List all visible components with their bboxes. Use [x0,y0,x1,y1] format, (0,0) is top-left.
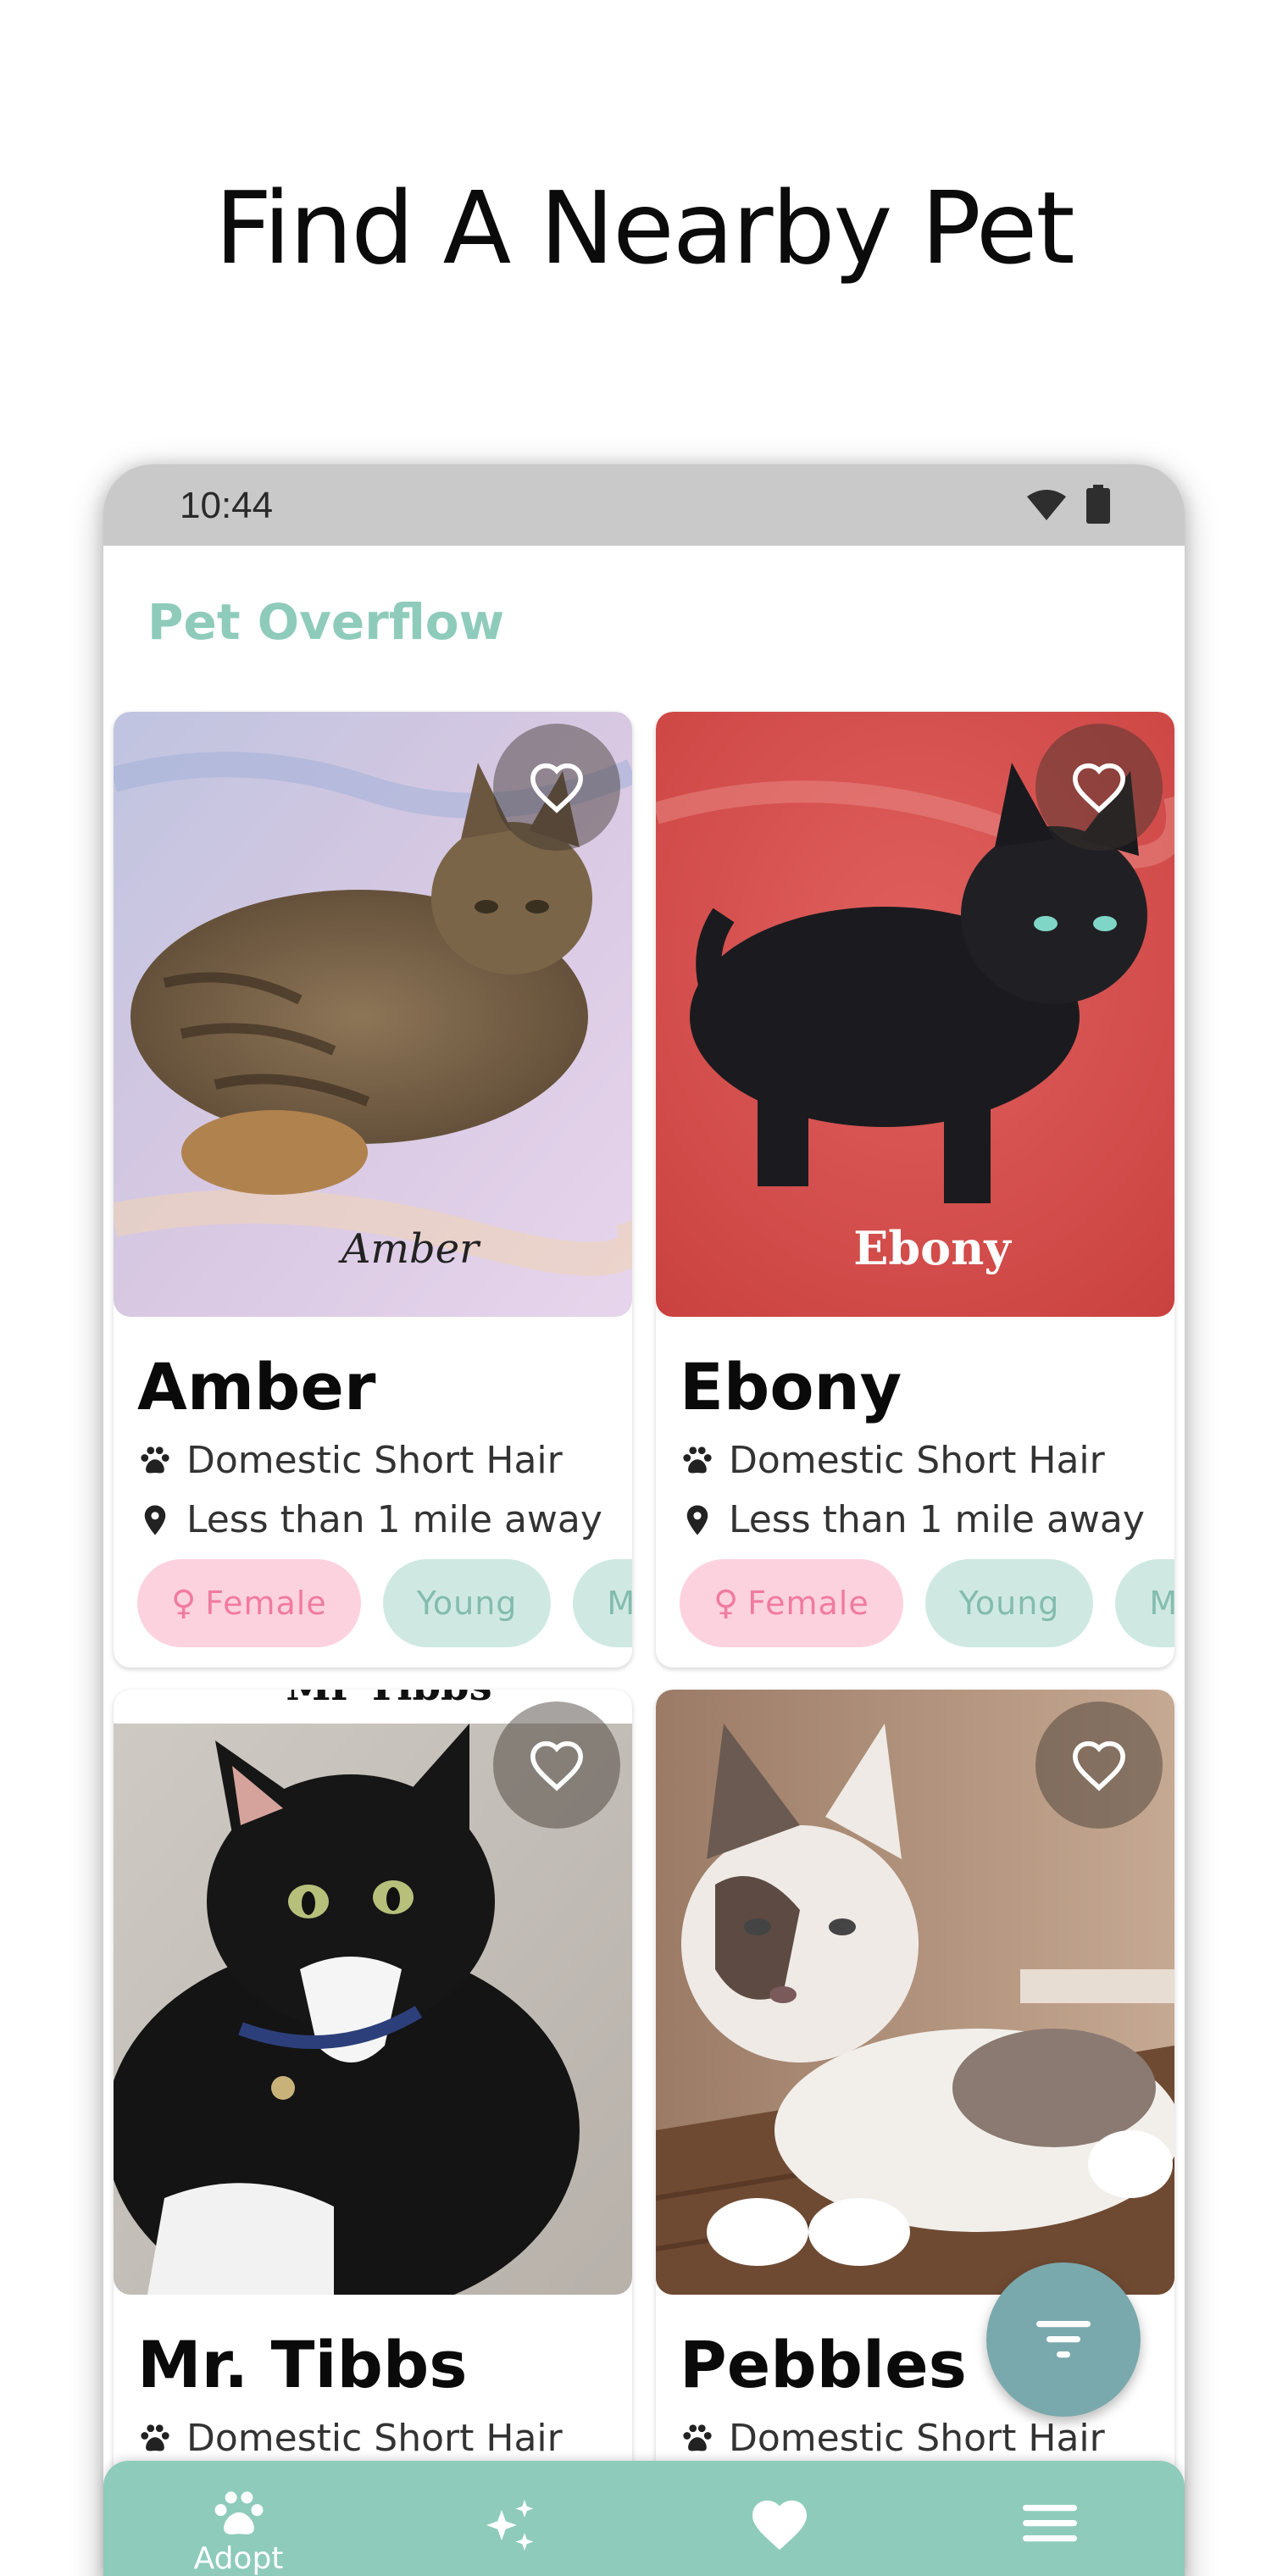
nav-item-adopt[interactable]: Adopt [103,2461,374,2576]
photo-caption: Amber [338,1225,481,1273]
paw-icon [141,1446,169,1473]
female-icon: ♀ [171,1584,197,1623]
female-icon: ♀ [713,1584,740,1623]
pet-breed-row: Domestic Short Hair [137,1439,563,1482]
favorite-button[interactable] [493,724,620,851]
pet-breed: Domestic Short Hair [729,1439,1105,1482]
pet-breed: Domestic Short Hair [186,2417,563,2460]
status-time: 10:44 [180,485,274,526]
pet-name: Ebony [680,1349,902,1424]
location-pin-icon [144,1505,166,1535]
tag-chip-size[interactable]: Med [1115,1559,1174,1647]
paw-icon [683,1446,712,1473]
wifi-icon [1027,490,1066,520]
nav-item-label: Adopt [193,2541,284,2576]
pet-name: Pebbles [680,2327,967,2402]
pet-breed: Domestic Short Hair [186,1439,563,1482]
heart-outline-icon [1072,1740,1126,1791]
heart-outline-icon [530,763,584,813]
bottom-navigation: Adopt [103,2461,1185,2576]
nav-item-menu[interactable] [914,2461,1185,2576]
paw-icon [214,2491,263,2534]
pet-distance-row: Less than 1 mile away [680,1498,1145,1541]
paw-icon [141,2423,169,2451]
pet-card-ebony[interactable]: Ebony Ebony Domestic Short Hair Less tha… [656,712,1174,1668]
pet-breed-row: Domestic Short Hair [137,2417,563,2460]
pet-tags: ♀FemaleYoung Med [137,1559,632,1649]
status-bar: 10:44 [103,464,1185,546]
pet-card-pebbles[interactable]: Pebbles Domestic Short Hair [656,1690,1174,2576]
photo-caption: Ebony [853,1221,1012,1275]
pet-breed-row: Domestic Short Hair [680,2417,1105,2460]
filter-icon [1036,2321,1091,2358]
page-headline: Find A Nearby Pet [214,169,1074,286]
pet-breed: Domestic Short Hair [729,2417,1105,2460]
pet-distance-row: Less than 1 mile away [137,1498,602,1541]
nav-item-sparkles[interactable] [374,2461,644,2576]
tag-chip-age[interactable]: Young [924,1559,1094,1647]
battery-icon [1086,485,1110,524]
tag-chip-size[interactable]: Med [573,1559,632,1647]
menu-icon [1022,2505,1077,2542]
pet-card-amber[interactable]: Amber Amber Domestic Short Hair Less tha… [114,712,632,1668]
tag-chip-gender[interactable]: ♀ Female [680,1559,903,1647]
heart-icon [752,2500,807,2551]
pet-name: Amber [137,1349,376,1424]
favorite-button[interactable] [1035,724,1163,851]
filter-fab-button[interactable] [986,2262,1141,2417]
pet-tags: ♀FemaleYoung Med [680,1559,1174,1649]
phone-frame: 10:44 Pet Overflow Amber Amber Domestic … [103,464,1185,2576]
pet-distance: Less than 1 mile away [729,1498,1145,1541]
pet-card-mr-tibbs[interactable]: Mr Tibbs [114,1690,632,2576]
app-title: Pet Overflow [147,593,505,651]
sparkles-icon [486,2500,533,2551]
heart-outline-icon [1072,763,1126,813]
location-pin-icon [686,1505,708,1535]
nav-item-favorites[interactable] [644,2461,914,2576]
heart-outline-icon [530,1740,584,1791]
paw-icon [683,2423,712,2451]
tag-chip-age[interactable]: Young [382,1559,552,1647]
pet-breed-row: Domestic Short Hair [680,1439,1105,1482]
pet-name: Mr. Tibbs [137,2327,468,2402]
tag-chip-gender[interactable]: ♀ Female [137,1559,361,1647]
favorite-button[interactable] [493,1702,620,1829]
photo-caption: Mr Tibbs [286,1690,491,1710]
pet-distance: Less than 1 mile away [186,1498,602,1541]
favorite-button[interactable] [1035,1702,1163,1829]
